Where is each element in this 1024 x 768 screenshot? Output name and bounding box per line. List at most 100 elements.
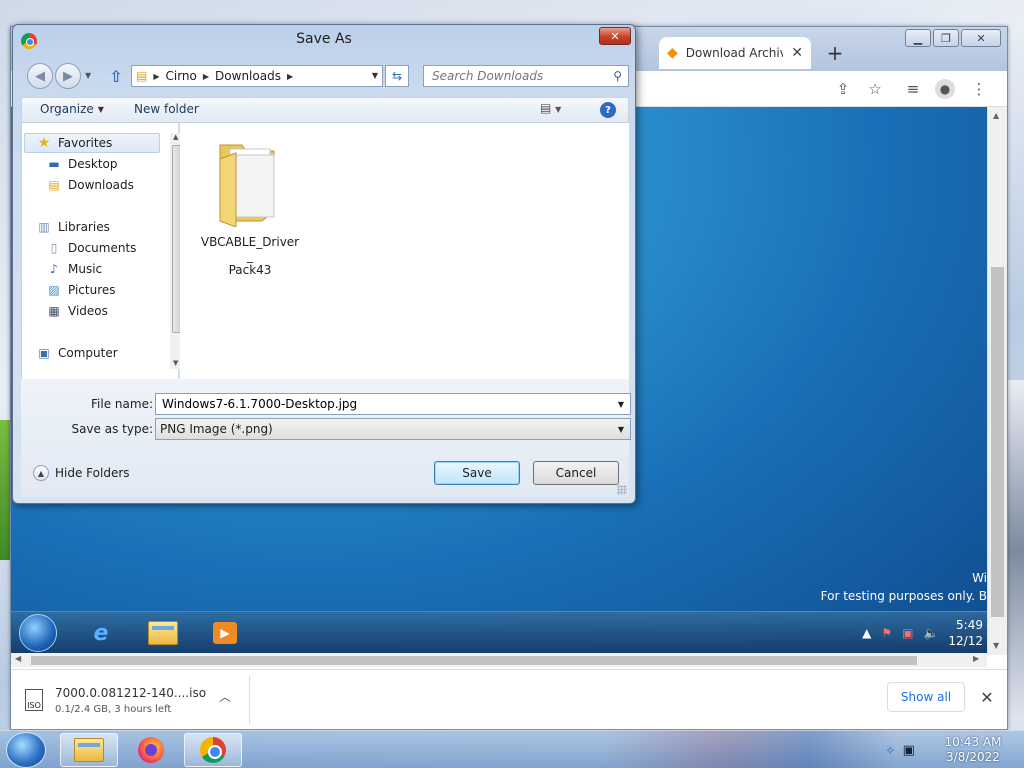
nav-scroll-up-icon[interactable]: ▲ [173,133,178,141]
reading-list-icon[interactable]: ≡ [899,75,927,103]
nav-item-music[interactable]: ♪ Music [46,259,102,279]
refresh-icon[interactable]: ⇆ [385,65,409,87]
nav-item-favorites[interactable]: ★ Favorites [36,133,113,153]
download-status: 0.1/2.4 GB, 3 hours left [55,703,172,715]
vm-media-player-icon[interactable]: ▶ [197,615,253,651]
tab-close-icon[interactable]: ✕ [791,45,803,61]
taskbar-firefox-icon[interactable] [122,733,180,767]
back-button[interactable]: ◀ [27,63,53,89]
download-options-chevron-icon[interactable]: ︿ [219,688,231,705]
download-file-name: 7000.0.081212-140....iso [55,685,207,700]
breadcrumb-downloads[interactable]: Downloads [215,69,281,83]
vm-volume-icon[interactable]: 🔈 [923,626,938,640]
folder-icon [219,144,275,227]
forward-button[interactable]: ▶ [55,63,81,89]
save-options-area: File name: ▼ Save as type: PNG Image (*.… [21,379,631,497]
maximize-button[interactable]: ❐ [933,29,959,47]
vm-tray: ▲ ⚑ ▣ 🔈 5:49 12/12 [862,615,987,651]
help-icon[interactable]: ? [600,102,616,118]
profile-avatar-icon[interactable]: ● [931,75,959,103]
folder-name: VBCABLE_Driver_ Pack43 [200,235,300,277]
browser-tab[interactable]: ◆ Download Archiv ✕ [659,37,811,69]
host-tray: ⟡ ▣ [886,733,915,767]
search-input[interactable] [430,68,600,84]
documents-icon: ▯ [50,241,58,255]
dialog-title: Save As [296,31,352,47]
address-bar[interactable]: ▤ ▶ Cirno ▶ Downloads ▶ ▼ [131,65,383,87]
taskbar-explorer-icon[interactable] [60,733,118,767]
nav-item-downloads[interactable]: ▤ Downloads [46,175,134,195]
recent-locations-dropdown-icon[interactable]: ▼ [85,71,91,80]
save-button[interactable]: Save [434,461,520,485]
organize-button[interactable]: Organize ▼ [40,102,104,116]
window-close-button[interactable]: ✕ [961,29,1001,47]
download-item[interactable]: ISO 7000.0.081212-140....iso 0.1/2.4 GB,… [25,680,247,720]
nav-item-documents[interactable]: ▯ Documents [46,238,137,258]
share-icon[interactable]: ⇪ [829,75,857,103]
save-type-dropdown-icon[interactable]: ▼ [618,425,624,434]
bookmark-star-icon[interactable]: ☆ [861,75,889,103]
breadcrumb-cirno[interactable]: Cirno [166,69,197,83]
scroll-left-arrow-icon[interactable]: ◀ [15,654,21,663]
new-tab-button[interactable]: + [821,39,849,67]
horizontal-scroll-thumb[interactable] [31,656,917,665]
vm-start-button[interactable] [19,614,57,652]
taskbar-clock[interactable]: 10:43 AM 3/8/2022 [940,735,1006,765]
folder-item[interactable]: VBCABLE_Driver_ Pack43 [200,131,300,277]
download-shelf: ISO 7000.0.081212-140....iso 0.1/2.4 GB,… [11,669,1007,729]
change-view-button[interactable]: ▤ ▼ [540,101,561,115]
evaluation-watermark: Wi For testing purposes only. B [820,571,987,603]
scroll-up-arrow-icon[interactable]: ▲ [993,111,999,120]
page-horizontal-scrollbar[interactable]: ◀ ▶ [11,653,987,667]
search-icon[interactable]: ⚲ [613,69,622,83]
search-box[interactable]: ⚲ [423,65,629,87]
start-button[interactable] [6,732,46,768]
save-type-label: Save as type: [71,422,153,436]
iso-file-icon: ISO [25,689,43,711]
archive-favicon-icon: ◆ [667,45,678,61]
file-name-input[interactable] [160,396,612,412]
nav-item-libraries[interactable]: ▥ Libraries [36,217,110,237]
save-type-select[interactable]: PNG Image (*.png) ▼ [155,418,631,440]
vm-tray-expand-icon[interactable]: ▲ [862,626,871,640]
up-folder-icon[interactable]: ⇧ [105,65,127,87]
file-name-field[interactable]: ▼ [155,393,631,415]
tray-app-icon[interactable]: ⟡ [886,743,895,758]
vm-network-icon[interactable]: ▣ [902,626,913,640]
cancel-button[interactable]: Cancel [533,461,619,485]
hide-folders-button[interactable]: ▲ Hide Folders [33,465,130,481]
page-vertical-scrollbar[interactable]: ▲ ▼ [987,107,1007,655]
libraries-icon: ▥ [38,220,50,234]
file-name-dropdown-icon[interactable]: ▼ [618,400,624,409]
vertical-scroll-thumb[interactable] [991,267,1004,617]
nav-item-desktop[interactable]: ▬ Desktop [46,154,117,174]
taskbar-chrome-icon[interactable] [184,733,242,767]
nav-item-pictures[interactable]: ▨ Pictures [46,280,115,300]
vm-explorer-icon[interactable] [135,615,191,651]
command-bar: Organize ▼ New folder ▤ ▼ ? [21,97,629,123]
vm-ie-icon[interactable]: e [73,615,129,651]
shelf-divider [249,676,250,724]
new-folder-button[interactable]: New folder [134,102,199,116]
file-list-pane[interactable]: VBCABLE_Driver_ Pack43 [180,123,629,379]
vm-clock[interactable]: 5:49 12/12 [948,617,983,649]
nav-scroll-down-icon[interactable]: ▼ [173,359,178,367]
dialog-close-button[interactable]: ✕ [599,27,631,45]
address-dropdown-icon[interactable]: ▼ [372,71,378,80]
pictures-icon: ▨ [48,283,60,297]
minimize-button[interactable]: ▁ [905,29,931,47]
videos-icon: ▦ [48,304,60,318]
tray-network-icon[interactable]: ▣ [903,743,915,758]
downloads-folder-icon: ▤ [136,69,148,83]
scroll-down-arrow-icon[interactable]: ▼ [993,641,999,650]
shelf-close-icon[interactable]: ✕ [973,682,1001,712]
save-as-dialog: Save As ✕ ◀ ▶ ▼ ⇧ ▤ ▶ Cirno ▶ Downloads … [12,24,636,504]
star-icon: ★ [37,135,51,151]
nav-item-videos[interactable]: ▦ Videos [46,301,108,321]
vm-action-center-icon[interactable]: ⚑ [881,626,892,640]
resize-grip[interactable] [617,485,627,495]
menu-kebab-icon[interactable]: ⋮ [965,75,993,103]
show-all-button[interactable]: Show all [887,682,965,712]
scroll-right-arrow-icon[interactable]: ▶ [973,654,979,663]
nav-item-computer[interactable]: ▣ Computer [36,343,117,363]
